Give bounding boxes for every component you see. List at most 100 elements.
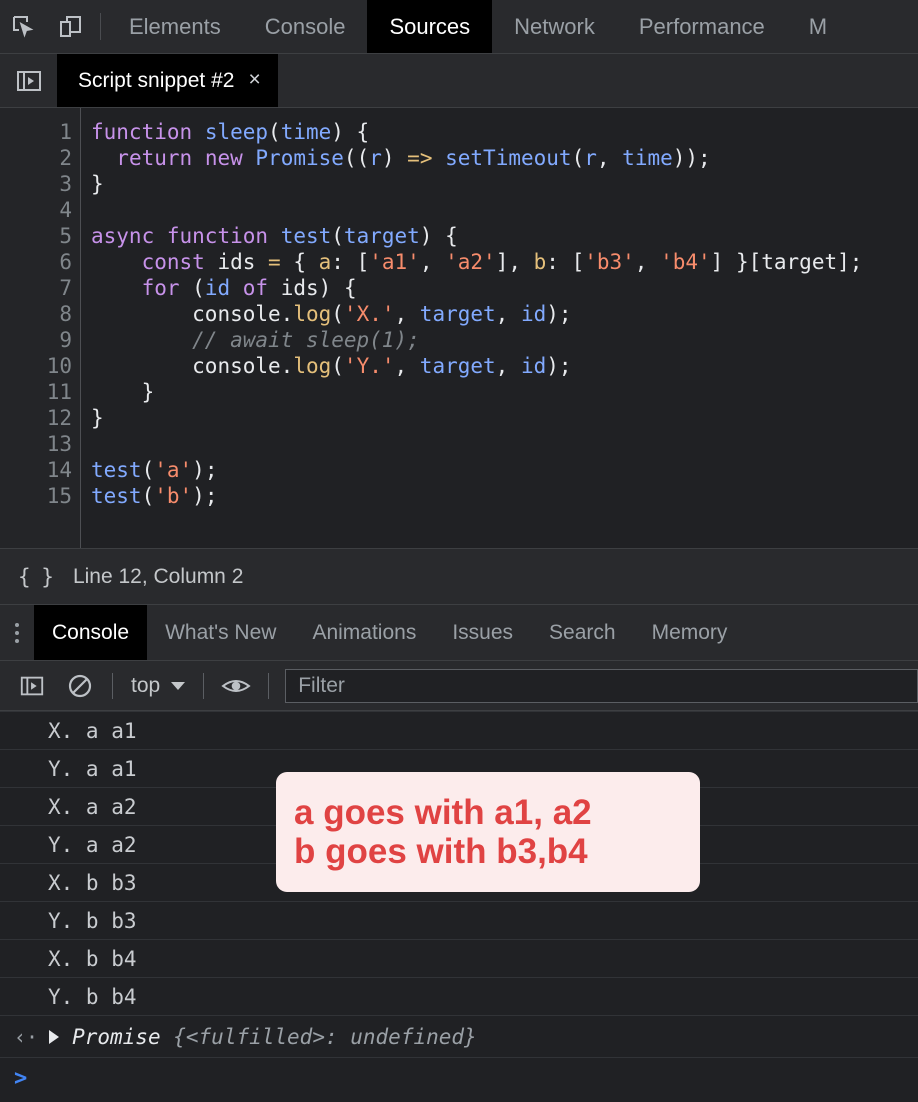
toolbar-divider: [268, 672, 270, 699]
snippet-tab-label: Script snippet #2: [78, 68, 235, 92]
console-sidebar-icon[interactable]: [8, 673, 56, 699]
live-expression-icon[interactable]: [212, 675, 260, 697]
sources-tab-strip: Script snippet #2 ×: [0, 54, 918, 108]
tab-elements-label: Elements: [129, 13, 221, 39]
code-content[interactable]: function sleep(time) { return new Promis…: [81, 108, 918, 548]
toolbar-divider: [203, 672, 205, 699]
line-number: 4: [59, 198, 72, 222]
console-message-row[interactable]: Y. b b3: [0, 901, 918, 939]
line-number: 6: [59, 250, 72, 274]
drawer-tab-animations-label: Animations: [312, 620, 417, 644]
drawer-tab-console-label: Console: [52, 620, 130, 644]
console-prompt-row[interactable]: >: [0, 1057, 918, 1099]
snippet-tab[interactable]: Script snippet #2 ×: [57, 54, 278, 107]
drawer-tab-issues[interactable]: Issues: [434, 605, 531, 660]
code-line: function sleep(time) {: [91, 120, 370, 144]
line-number: 5: [59, 224, 72, 248]
chevron-down-icon: [171, 681, 186, 690]
code-editor[interactable]: 1 2 3 4 5 6 7 8 9 10 11 12 13 14 15 func…: [0, 108, 918, 548]
code-line: console.log('Y.', target, id);: [192, 354, 572, 378]
console-toolbar: top Filter: [0, 661, 918, 711]
code-line: return new Promise((r) => setTimeout(r, …: [116, 146, 711, 170]
line-number: 3: [59, 172, 72, 196]
devtools-window: Elements Console Sources Network Perform…: [0, 0, 918, 1102]
clear-console-icon[interactable]: [56, 673, 104, 699]
result-type: Promise: [72, 1024, 161, 1049]
editor-status-bar: { } Line 12, Column 2: [0, 548, 918, 604]
line-number: 1: [59, 120, 72, 144]
console-message-text: X. a a1: [48, 718, 137, 743]
execution-context-selector[interactable]: top: [121, 674, 195, 698]
console-message-text: Y. b b3: [48, 908, 137, 933]
console-message-text: Y. a a1: [48, 756, 137, 781]
disclosure-triangle-icon[interactable]: [49, 1029, 60, 1044]
drawer-tab-animations[interactable]: Animations: [294, 605, 434, 660]
annotation-line-2: b goes with b3,b4: [294, 832, 588, 871]
annotation-callout: a goes with a1, a2 b goes with b3,b4: [276, 772, 700, 892]
line-number-gutter: 1 2 3 4 5 6 7 8 9 10 11 12 13 14 15: [0, 108, 81, 548]
tab-memory-label: M: [808, 13, 828, 39]
line-number: 8: [59, 302, 72, 326]
tab-performance[interactable]: Performance: [617, 0, 787, 53]
line-number: 14: [46, 458, 72, 482]
execution-context-label: top: [131, 673, 161, 697]
drawer-tab-issues-label: Issues: [452, 620, 514, 644]
code-line: async function test(target) {: [91, 224, 458, 248]
line-number: 12: [46, 406, 72, 430]
drawer-tab-search-label: Search: [549, 620, 616, 644]
main-toolbar: Elements Console Sources Network Perform…: [0, 0, 918, 54]
tab-sources[interactable]: Sources: [367, 0, 493, 53]
tab-console-label: Console: [264, 13, 346, 39]
filter-input[interactable]: Filter: [285, 668, 918, 703]
kebab-menu-icon[interactable]: [0, 605, 34, 660]
line-number: 2: [59, 146, 72, 170]
tab-console[interactable]: Console: [243, 0, 368, 53]
code-line: test('b');: [91, 484, 218, 508]
device-toolbar-icon[interactable]: [47, 0, 94, 53]
drawer-tab-memory-label: Memory: [651, 620, 728, 644]
tab-network[interactable]: Network: [492, 0, 617, 53]
console-output[interactable]: X. a a1 Y. a a1 X. a a2 Y. a a2 X. b b3 …: [0, 711, 918, 1102]
show-navigator-icon[interactable]: [0, 54, 57, 107]
code-line: }: [91, 172, 104, 196]
pretty-print-icon[interactable]: { }: [18, 565, 54, 589]
annotation-line-1: a goes with a1, a2: [294, 792, 592, 832]
console-message-row[interactable]: X. b b4: [0, 939, 918, 977]
return-value-icon: ‹·: [14, 1024, 39, 1049]
drawer-tab-console[interactable]: Console: [34, 605, 148, 660]
console-result-row[interactable]: ‹· Promise {<fulfilled>: undefined}: [0, 1015, 918, 1057]
console-message-row[interactable]: X. a a1: [0, 711, 918, 749]
code-line: }: [91, 406, 104, 430]
inspect-element-icon[interactable]: [0, 0, 47, 53]
filter-placeholder: Filter: [298, 673, 345, 697]
code-line: for (id of ids) {: [141, 276, 357, 300]
tab-memory[interactable]: M: [787, 0, 849, 53]
result-value: {<fulfilled>: undefined}: [160, 1024, 477, 1049]
line-number: 10: [46, 354, 72, 378]
tab-sources-label: Sources: [389, 13, 471, 39]
console-message-text: Y. a a2: [48, 832, 137, 857]
drawer-tab-bar: Console What's New Animations Issues Sea…: [0, 604, 918, 661]
console-message-text: X. b b3: [48, 870, 137, 895]
tab-network-label: Network: [514, 13, 595, 39]
close-icon[interactable]: ×: [248, 69, 260, 92]
line-number: 13: [46, 432, 72, 456]
console-message-row[interactable]: Y. b b4: [0, 977, 918, 1015]
code-line: // await sleep(1);: [91, 328, 420, 352]
drawer-tab-search[interactable]: Search: [531, 605, 634, 660]
line-number: 15: [46, 484, 72, 508]
cursor-position-label: Line 12, Column 2: [72, 564, 244, 588]
drawer-tab-whats-new[interactable]: What's New: [147, 605, 294, 660]
code-line: console.log('X.', target, id);: [192, 302, 572, 326]
console-result-text: Promise {<fulfilled>: undefined}: [72, 1025, 477, 1049]
code-line: }: [91, 380, 155, 404]
prompt-caret-icon: >: [14, 1066, 28, 1091]
console-message-text: X. b b4: [48, 946, 137, 971]
drawer-tab-memory[interactable]: Memory: [634, 605, 746, 660]
tab-performance-label: Performance: [638, 13, 765, 39]
toolbar-divider: [112, 672, 113, 699]
code-line: test('a');: [91, 458, 218, 482]
tab-elements[interactable]: Elements: [107, 0, 243, 53]
